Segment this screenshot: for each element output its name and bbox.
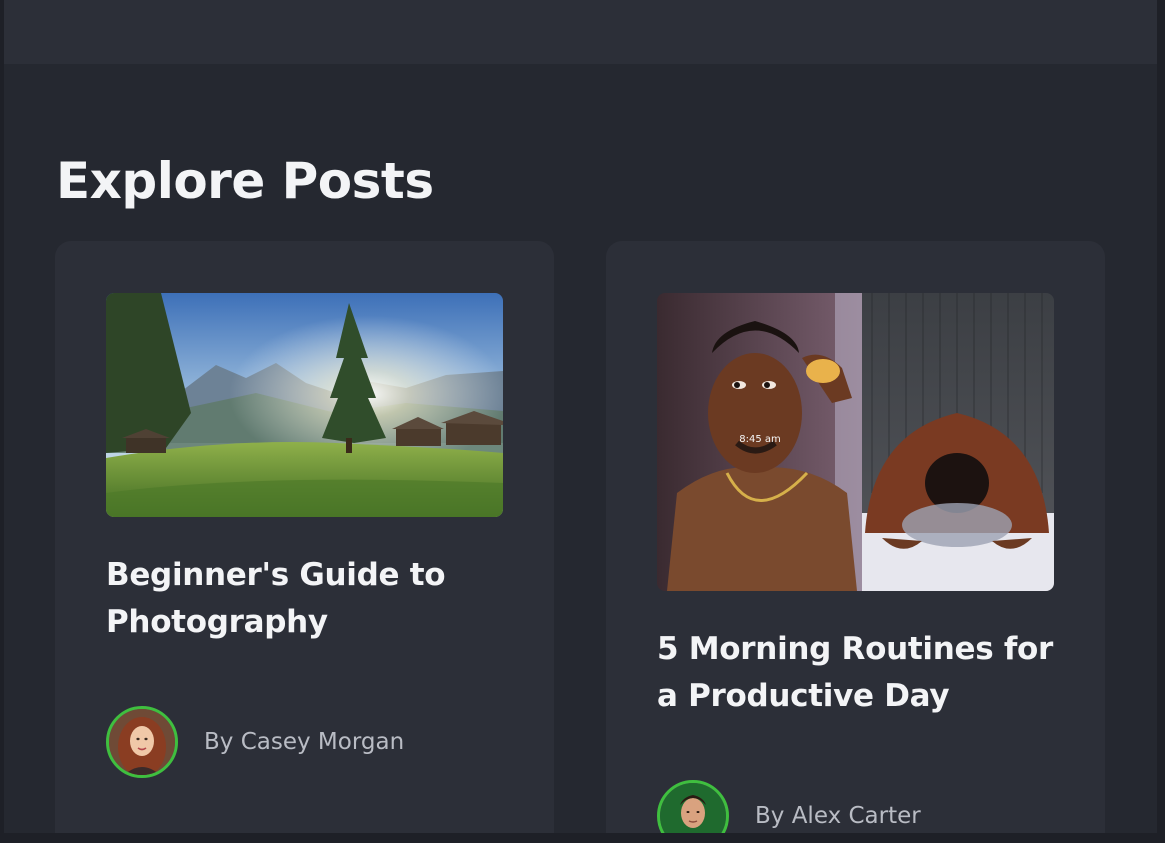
page: Explore Posts Beginner's Guide to Photog… [0,0,1165,843]
author-name[interactable]: By Alex Carter [755,801,921,831]
author-name[interactable]: By Casey Morgan [204,727,404,757]
post-image[interactable]: 8:45 am [657,293,1054,591]
landscape-photo [106,293,503,517]
top-navigation-bar [4,0,1157,64]
avatar-portrait [660,783,726,833]
time-caption: 8:45 am [739,434,781,445]
avatar[interactable] [106,706,178,778]
post-author[interactable]: By Alex Carter [657,780,921,833]
morning-routine-photo: 8:45 am [657,293,1054,591]
avatar-portrait [109,709,175,775]
main-content[interactable]: Explore Posts Beginner's Guide to Photog… [4,0,1157,833]
page-title: Explore Posts [56,152,434,210]
post-title[interactable]: Beginner's Guide to Photography [106,552,506,646]
avatar[interactable] [657,780,729,833]
post-card[interactable]: Beginner's Guide to Photography By Casey… [55,241,554,833]
post-image[interactable] [106,293,503,517]
post-card[interactable]: 8:45 am 5 Morning Routines for a Product… [606,241,1105,833]
post-author[interactable]: By Casey Morgan [106,706,404,778]
post-title[interactable]: 5 Morning Routines for a Productive Day [657,626,1057,720]
